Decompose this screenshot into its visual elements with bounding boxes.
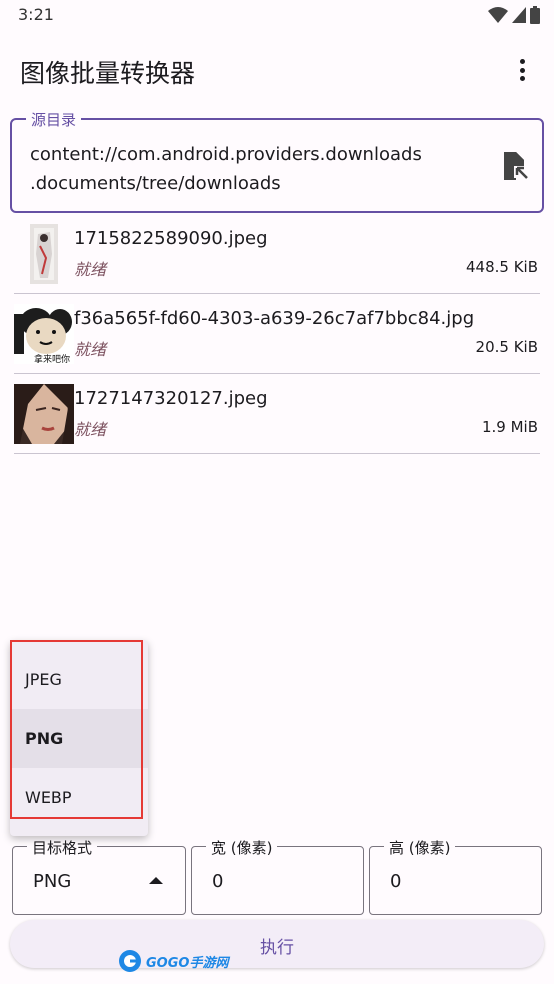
watermark: GOGO手游网 [118, 946, 228, 976]
menu-item-jpeg[interactable]: JPEG [10, 650, 148, 709]
file-status: 就绪 [74, 260, 107, 279]
file-status: 就绪 [74, 340, 107, 359]
width-input[interactable]: 0 [212, 871, 223, 892]
file-thumbnail [14, 384, 74, 444]
watermark-logo-icon [119, 950, 141, 972]
width-field[interactable]: 宽 (像素) 0 [191, 837, 364, 915]
height-label: 高 (像素) [384, 837, 456, 858]
width-label: 宽 (像素) [206, 837, 278, 858]
source-directory-label: 源目录 [26, 109, 82, 130]
dropdown-caret-up-icon[interactable] [149, 877, 163, 884]
app-title: 图像批量转换器 [20, 59, 196, 88]
target-format-label: 目标格式 [27, 837, 98, 858]
file-name: 1727147320127.jpeg [74, 388, 268, 409]
height-field[interactable]: 高 (像素) 0 [369, 837, 542, 915]
wifi-icon [488, 7, 508, 23]
execute-button[interactable]: 执行 [10, 920, 544, 968]
battery-icon [530, 6, 540, 24]
signal-icon [512, 7, 526, 23]
source-directory-value: content://com.android.providers.download… [30, 144, 422, 194]
file-size: 1.9 MiB [481, 418, 538, 436]
thumbnail-caption: 拿来吧你 [34, 355, 71, 364]
watermark-text: GOGO手游网 [146, 955, 229, 971]
format-dropdown-menu: JPEG PNG WEBP [10, 640, 148, 836]
menu-item-png[interactable]: PNG [10, 709, 148, 768]
menu-item-webp[interactable]: WEBP [10, 768, 148, 827]
file-thumbnail [30, 224, 58, 284]
more-options-icon[interactable] [510, 56, 534, 84]
status-bar: 3:21 [0, 0, 554, 32]
file-size: 448.5 KiB [465, 258, 538, 276]
target-format-field[interactable]: 目标格式 PNG [12, 837, 186, 915]
file-thumbnail: 拿来吧你 [14, 304, 74, 364]
file-name: f36a565f-fd60-4303-a639-26c7af7bbc84.jpg [74, 308, 475, 329]
file-name: 1715822589090.jpeg [74, 228, 268, 249]
file-row[interactable]: 1715822589090.jpeg 就绪 448.5 KiB [14, 214, 540, 294]
status-time: 3:21 [18, 5, 54, 24]
top-app-bar: 图像批量转换器 [0, 42, 554, 98]
file-status: 就绪 [74, 420, 107, 439]
height-input[interactable]: 0 [390, 871, 401, 892]
file-size: 20.5 KiB [475, 338, 538, 356]
source-directory-field[interactable]: 源目录 content://com.android.providers.down… [10, 109, 544, 213]
file-list: 1715822589090.jpeg 就绪 448.5 KiB 拿来吧你 f36… [14, 214, 540, 454]
status-icons [488, 6, 540, 24]
pick-folder-icon[interactable] [502, 152, 528, 180]
file-row[interactable]: 拿来吧你 f36a565f-fd60-4303-a639-26c7af7bbc8… [14, 294, 540, 374]
file-row[interactable]: 1727147320127.jpeg 就绪 1.9 MiB [14, 374, 540, 454]
execute-button-label: 执行 [260, 938, 294, 958]
target-format-value: PNG [33, 871, 72, 892]
